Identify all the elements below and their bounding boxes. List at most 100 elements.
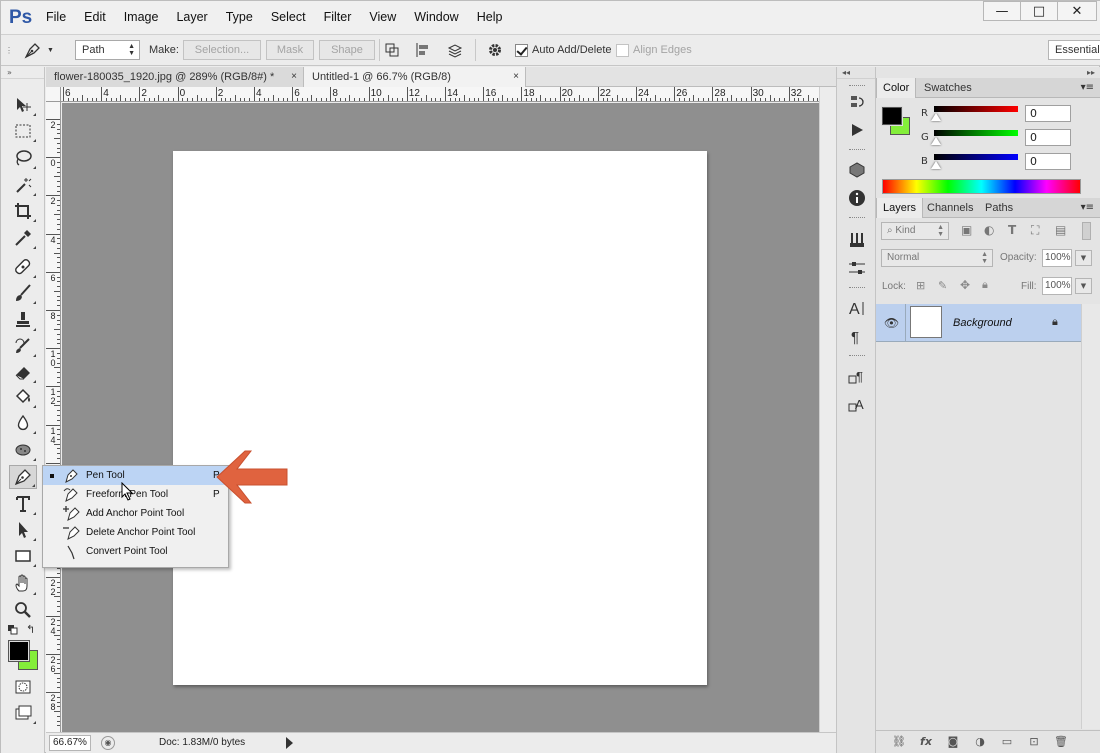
zoom-tool[interactable] (9, 598, 37, 622)
make-shape-button[interactable]: Shape (319, 40, 375, 60)
brush-tool[interactable] (9, 281, 37, 305)
filter-adjustment-icon[interactable]: ◐ (984, 223, 994, 237)
flyout-item-add-anchor-point-tool[interactable]: Add Anchor Point Tool (43, 504, 228, 523)
quick-selection-tool[interactable] (9, 173, 37, 197)
fx-icon[interactable]: fx (919, 735, 933, 749)
quick-mask-button[interactable] (9, 675, 37, 699)
menu-help[interactable]: Help (468, 1, 512, 34)
tool-preset-picker[interactable]: ▼ (23, 40, 61, 60)
path-arrangement-icon[interactable] (446, 40, 466, 60)
trash-icon[interactable]: 🗑︎ (1054, 735, 1068, 749)
green-slider-handle[interactable] (931, 137, 941, 145)
lasso-tool[interactable] (9, 146, 37, 170)
pen-tool[interactable] (9, 465, 37, 489)
history-brush-tool[interactable] (9, 334, 37, 358)
menu-view[interactable]: View (360, 1, 405, 34)
zoom-level-field[interactable]: 66.67% (49, 735, 91, 751)
opacity-field[interactable]: 100% (1042, 249, 1072, 267)
tab-layers[interactable]: Layers (876, 198, 924, 218)
workspace-switcher[interactable]: Essentials (1048, 40, 1100, 60)
brush-panel-icon[interactable] (846, 257, 868, 279)
close-tab-icon[interactable]: × (291, 67, 297, 87)
blue-value-field[interactable]: 0 (1025, 153, 1071, 170)
green-value-field[interactable]: 0 (1025, 129, 1071, 146)
ruler-origin[interactable] (46, 87, 61, 102)
gear-icon[interactable] (486, 40, 508, 60)
menu-layer[interactable]: Layer (167, 1, 216, 34)
tab-untitled-document[interactable]: Untitled-1 @ 66.7% (RGB/8) × (304, 67, 526, 87)
status-menu-arrow-icon[interactable] (286, 737, 293, 749)
flyout-item-pen-tool[interactable]: Pen Tool P (43, 466, 228, 485)
filter-smart-object-icon[interactable]: ▤ (1055, 223, 1066, 237)
lock-image-icon[interactable]: ✎ (938, 279, 947, 292)
brush-presets-icon[interactable] (846, 229, 868, 251)
tab-channels[interactable]: Channels (921, 198, 979, 218)
red-value-field[interactable]: 0 (1025, 105, 1071, 122)
new-layer-icon[interactable]: ⊡ (1027, 735, 1041, 749)
dodge-tool[interactable] (9, 438, 37, 462)
menu-select[interactable]: Select (262, 1, 315, 34)
healing-brush-tool[interactable] (9, 255, 37, 279)
menu-edit[interactable]: Edit (75, 1, 115, 34)
path-operations-icon[interactable] (384, 40, 404, 60)
filter-toggle[interactable] (1082, 222, 1091, 240)
crop-tool[interactable] (9, 199, 37, 223)
horizontal-ruler[interactable]: 6 4 2 0 2 4 6 8 10 12 14 16 18 20 22 24 26 28 30 32 (61, 87, 819, 102)
auto-add-delete-checkbox[interactable]: Auto Add/Delete (515, 40, 612, 60)
expand-panels-icon[interactable]: ▸▸ (1087, 68, 1095, 77)
screen-mode-button[interactable] (9, 701, 37, 725)
make-selection-button[interactable]: Selection... (183, 40, 261, 60)
proof-icon[interactable]: ◉ (101, 736, 115, 750)
tab-color[interactable]: Color (876, 78, 917, 98)
paragraph-icon[interactable]: ¶ (846, 325, 868, 347)
chevron-down-icon[interactable]: ▼ (1075, 250, 1092, 266)
blue-slider[interactable] (934, 154, 1018, 160)
link-layers-icon[interactable]: ⛓ (892, 735, 906, 749)
vertical-scrollbar[interactable] (819, 87, 836, 732)
filter-type-icon[interactable]: T (1008, 223, 1016, 237)
character-styles-icon[interactable]: A (846, 393, 868, 415)
path-alignment-icon[interactable] (415, 40, 435, 60)
rectangle-tool[interactable] (9, 544, 37, 568)
fill-field[interactable]: 100% (1042, 277, 1072, 295)
filter-pixel-icon[interactable]: ▣ (961, 223, 972, 237)
info-icon[interactable] (846, 187, 868, 209)
layer-kind-filter[interactable]: ⌕ Kind ▲ ▼ (881, 222, 949, 240)
history-icon[interactable] (846, 91, 868, 113)
add-mask-icon[interactable]: ◙ (946, 735, 960, 749)
type-tool[interactable] (9, 492, 37, 516)
collapse-toolbar-icon[interactable]: » (1, 67, 44, 79)
blur-tool[interactable] (9, 411, 37, 435)
menu-type[interactable]: Type (217, 1, 262, 34)
actions-play-icon[interactable] (846, 119, 868, 141)
color-panel-foreground-swatch[interactable] (881, 106, 903, 126)
maximize-button[interactable]: □ (1020, 1, 1058, 21)
new-group-icon[interactable]: ▭ (1000, 735, 1014, 749)
tab-flower-document[interactable]: flower-180035_1920.jpg @ 289% (RGB/8#) *… (46, 67, 304, 87)
character-icon[interactable]: A (846, 297, 868, 319)
color-spectrum-bar[interactable] (882, 179, 1081, 194)
hand-tool[interactable] (9, 572, 37, 596)
green-slider[interactable] (934, 130, 1018, 136)
clone-stamp-tool[interactable] (9, 308, 37, 332)
blend-mode-select[interactable]: Normal ▲ ▼ (881, 249, 993, 267)
panel-menu-icon[interactable]: ▾≡ (1081, 82, 1094, 93)
tab-swatches[interactable]: Swatches (918, 78, 978, 98)
vertical-ruler[interactable]: 20246810121416182022242628 (46, 102, 61, 732)
eraser-tool[interactable] (9, 360, 37, 384)
blue-slider-handle[interactable] (931, 161, 941, 169)
adjustment-layer-icon[interactable]: ◑ (973, 735, 987, 749)
menu-window[interactable]: Window (405, 1, 467, 34)
3d-icon[interactable] (846, 159, 868, 181)
minimize-button[interactable]: — (983, 1, 1021, 21)
tab-paths[interactable]: Paths (979, 198, 1019, 218)
chevron-down-icon[interactable]: ▼ (1075, 278, 1092, 294)
document-canvas[interactable] (173, 151, 707, 685)
menu-file[interactable]: File (37, 1, 75, 34)
flyout-item-delete-anchor-point-tool[interactable]: Delete Anchor Point Tool (43, 523, 228, 542)
eye-icon[interactable]: 👁︎ (884, 316, 899, 330)
menu-image[interactable]: Image (115, 1, 168, 34)
make-mask-button[interactable]: Mask (266, 40, 314, 60)
paragraph-styles-icon[interactable]: ¶ (846, 365, 868, 387)
mode-select[interactable]: Path ▲ ▼ (75, 40, 140, 60)
